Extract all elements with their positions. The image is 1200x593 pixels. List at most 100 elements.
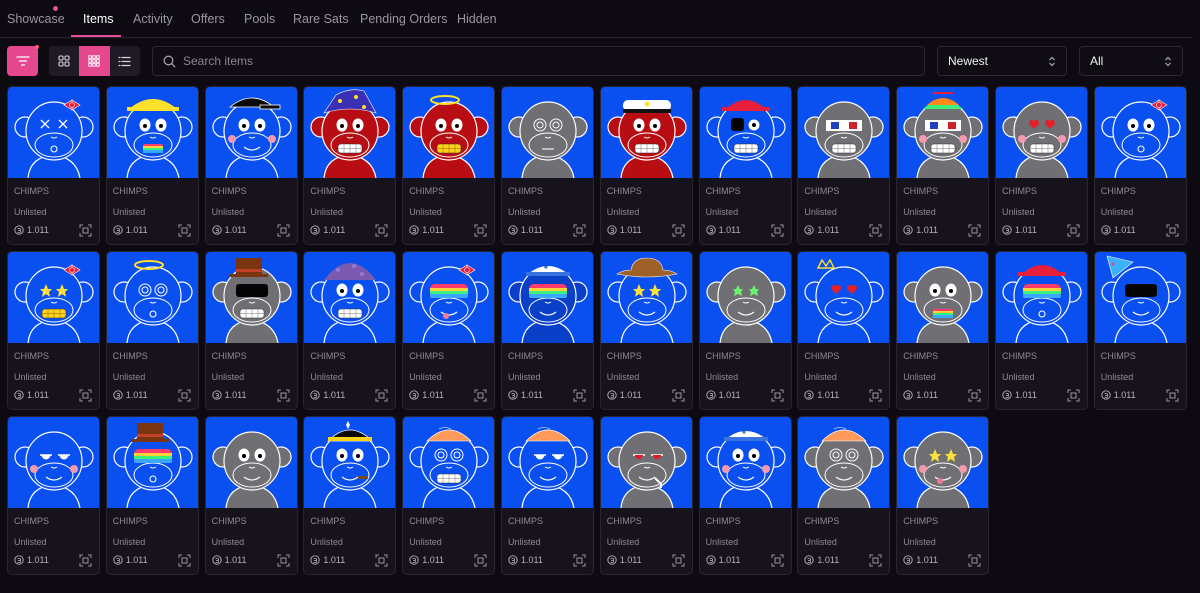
item-image[interactable] (600, 252, 692, 343)
item-image[interactable] (699, 252, 791, 343)
item-image[interactable] (205, 417, 297, 508)
expand-view-icon[interactable] (1166, 389, 1179, 402)
item-image[interactable] (699, 87, 791, 178)
item-card[interactable]: CHIMPS Unlisted 1.011 (402, 86, 496, 245)
expand-view-icon[interactable] (1067, 389, 1080, 402)
item-image[interactable] (798, 252, 890, 343)
tab-rare-sats[interactable]: Rare Sats (293, 12, 349, 26)
item-image[interactable] (304, 417, 396, 508)
filter-button[interactable] (7, 46, 38, 76)
item-card[interactable]: CHIMPS Unlisted 1.011 (797, 251, 891, 410)
item-card[interactable]: CHIMPS Unlisted 1.011 (7, 86, 100, 245)
item-image[interactable] (8, 252, 99, 343)
expand-view-icon[interactable] (672, 224, 685, 237)
expand-view-icon[interactable] (968, 389, 981, 402)
item-card[interactable]: CHIMPS Unlisted 1.011 (698, 86, 792, 245)
search-input[interactable] (183, 54, 883, 68)
expand-view-icon[interactable] (375, 224, 388, 237)
item-card[interactable]: CHIMPS Unlisted 1.011 (896, 86, 990, 245)
expand-view-icon[interactable] (573, 554, 586, 567)
item-image[interactable] (699, 417, 791, 508)
expand-view-icon[interactable] (277, 224, 290, 237)
item-image[interactable] (106, 417, 198, 508)
item-image[interactable] (8, 417, 99, 508)
expand-view-icon[interactable] (771, 224, 784, 237)
item-image[interactable] (600, 87, 692, 178)
item-image[interactable] (897, 87, 989, 178)
view-list-button[interactable] (110, 46, 140, 76)
item-card[interactable]: CHIMPS Unlisted 1.011 (896, 251, 990, 410)
expand-view-icon[interactable] (79, 389, 92, 402)
item-card[interactable]: CHIMPS Unlisted 1.011 (896, 416, 990, 575)
item-image[interactable] (798, 417, 890, 508)
expand-view-icon[interactable] (573, 224, 586, 237)
item-card[interactable]: CHIMPS Unlisted 1.011 (105, 416, 199, 575)
expand-view-icon[interactable] (375, 389, 388, 402)
expand-view-icon[interactable] (1067, 224, 1080, 237)
expand-view-icon[interactable] (968, 224, 981, 237)
tab-pending-orders[interactable]: Pending Orders (360, 12, 448, 26)
expand-view-icon[interactable] (474, 389, 487, 402)
item-card[interactable]: CHIMPS Unlisted 1.011 (204, 251, 298, 410)
item-image[interactable] (1094, 252, 1186, 343)
item-image[interactable] (1094, 87, 1186, 178)
item-card[interactable]: CHIMPS Unlisted 1.011 (303, 86, 397, 245)
expand-view-icon[interactable] (869, 224, 882, 237)
item-card[interactable]: CHIMPS Unlisted 1.011 (501, 251, 594, 410)
item-image[interactable] (106, 87, 198, 178)
item-image[interactable] (996, 87, 1087, 178)
view-grid-large-button[interactable] (49, 46, 79, 76)
expand-view-icon[interactable] (178, 389, 191, 402)
item-card[interactable]: CHIMPS Unlisted 1.011 (7, 251, 100, 410)
item-image[interactable] (205, 252, 297, 343)
item-card[interactable]: CHIMPS Unlisted 1.011 (599, 251, 693, 410)
tab-offers[interactable]: Offers (191, 12, 225, 26)
tab-hidden[interactable]: Hidden (457, 12, 497, 26)
item-image[interactable] (403, 252, 495, 343)
expand-view-icon[interactable] (474, 224, 487, 237)
expand-view-icon[interactable] (1166, 224, 1179, 237)
item-card[interactable]: CHIMPS Unlisted 1.011 (698, 416, 792, 575)
expand-view-icon[interactable] (869, 554, 882, 567)
item-card[interactable]: CHIMPS Unlisted 1.011 (501, 86, 594, 245)
item-image[interactable] (403, 417, 495, 508)
expand-view-icon[interactable] (277, 554, 290, 567)
item-image[interactable] (502, 87, 593, 178)
item-image[interactable] (897, 417, 989, 508)
item-card[interactable]: CHIMPS Unlisted 1.011 (1093, 86, 1187, 245)
item-card[interactable]: CHIMPS Unlisted 1.011 (7, 416, 100, 575)
item-card[interactable]: CHIMPS Unlisted 1.011 (105, 86, 199, 245)
item-card[interactable]: CHIMPS Unlisted 1.011 (797, 416, 891, 575)
expand-view-icon[interactable] (869, 389, 882, 402)
item-card[interactable]: CHIMPS Unlisted 1.011 (204, 416, 298, 575)
expand-view-icon[interactable] (79, 554, 92, 567)
expand-view-icon[interactable] (178, 554, 191, 567)
item-card[interactable]: CHIMPS Unlisted 1.011 (599, 416, 693, 575)
item-image[interactable] (502, 252, 593, 343)
item-image[interactable] (600, 417, 692, 508)
tab-activity[interactable]: Activity (133, 12, 173, 26)
expand-view-icon[interactable] (672, 389, 685, 402)
expand-view-icon[interactable] (474, 554, 487, 567)
expand-view-icon[interactable] (573, 389, 586, 402)
item-card[interactable]: CHIMPS Unlisted 1.011 (599, 86, 693, 245)
item-card[interactable]: CHIMPS Unlisted 1.011 (698, 251, 792, 410)
item-image[interactable] (502, 417, 593, 508)
item-card[interactable]: CHIMPS Unlisted 1.011 (303, 251, 397, 410)
item-image[interactable] (8, 87, 99, 178)
item-card[interactable]: CHIMPS Unlisted 1.011 (402, 416, 496, 575)
item-card[interactable]: CHIMPS Unlisted 1.011 (303, 416, 397, 575)
expand-view-icon[interactable] (79, 224, 92, 237)
item-card[interactable]: CHIMPS Unlisted 1.011 (1093, 251, 1187, 410)
expand-view-icon[interactable] (771, 389, 784, 402)
expand-view-icon[interactable] (375, 554, 388, 567)
item-card[interactable]: CHIMPS Unlisted 1.011 (105, 251, 199, 410)
sort-select[interactable]: Newest (937, 46, 1067, 76)
tab-items[interactable]: Items (83, 12, 114, 26)
item-image[interactable] (304, 87, 396, 178)
item-image[interactable] (205, 87, 297, 178)
expand-view-icon[interactable] (672, 554, 685, 567)
tab-showcase[interactable]: Showcase (7, 12, 65, 26)
item-image[interactable] (996, 252, 1087, 343)
expand-view-icon[interactable] (771, 554, 784, 567)
